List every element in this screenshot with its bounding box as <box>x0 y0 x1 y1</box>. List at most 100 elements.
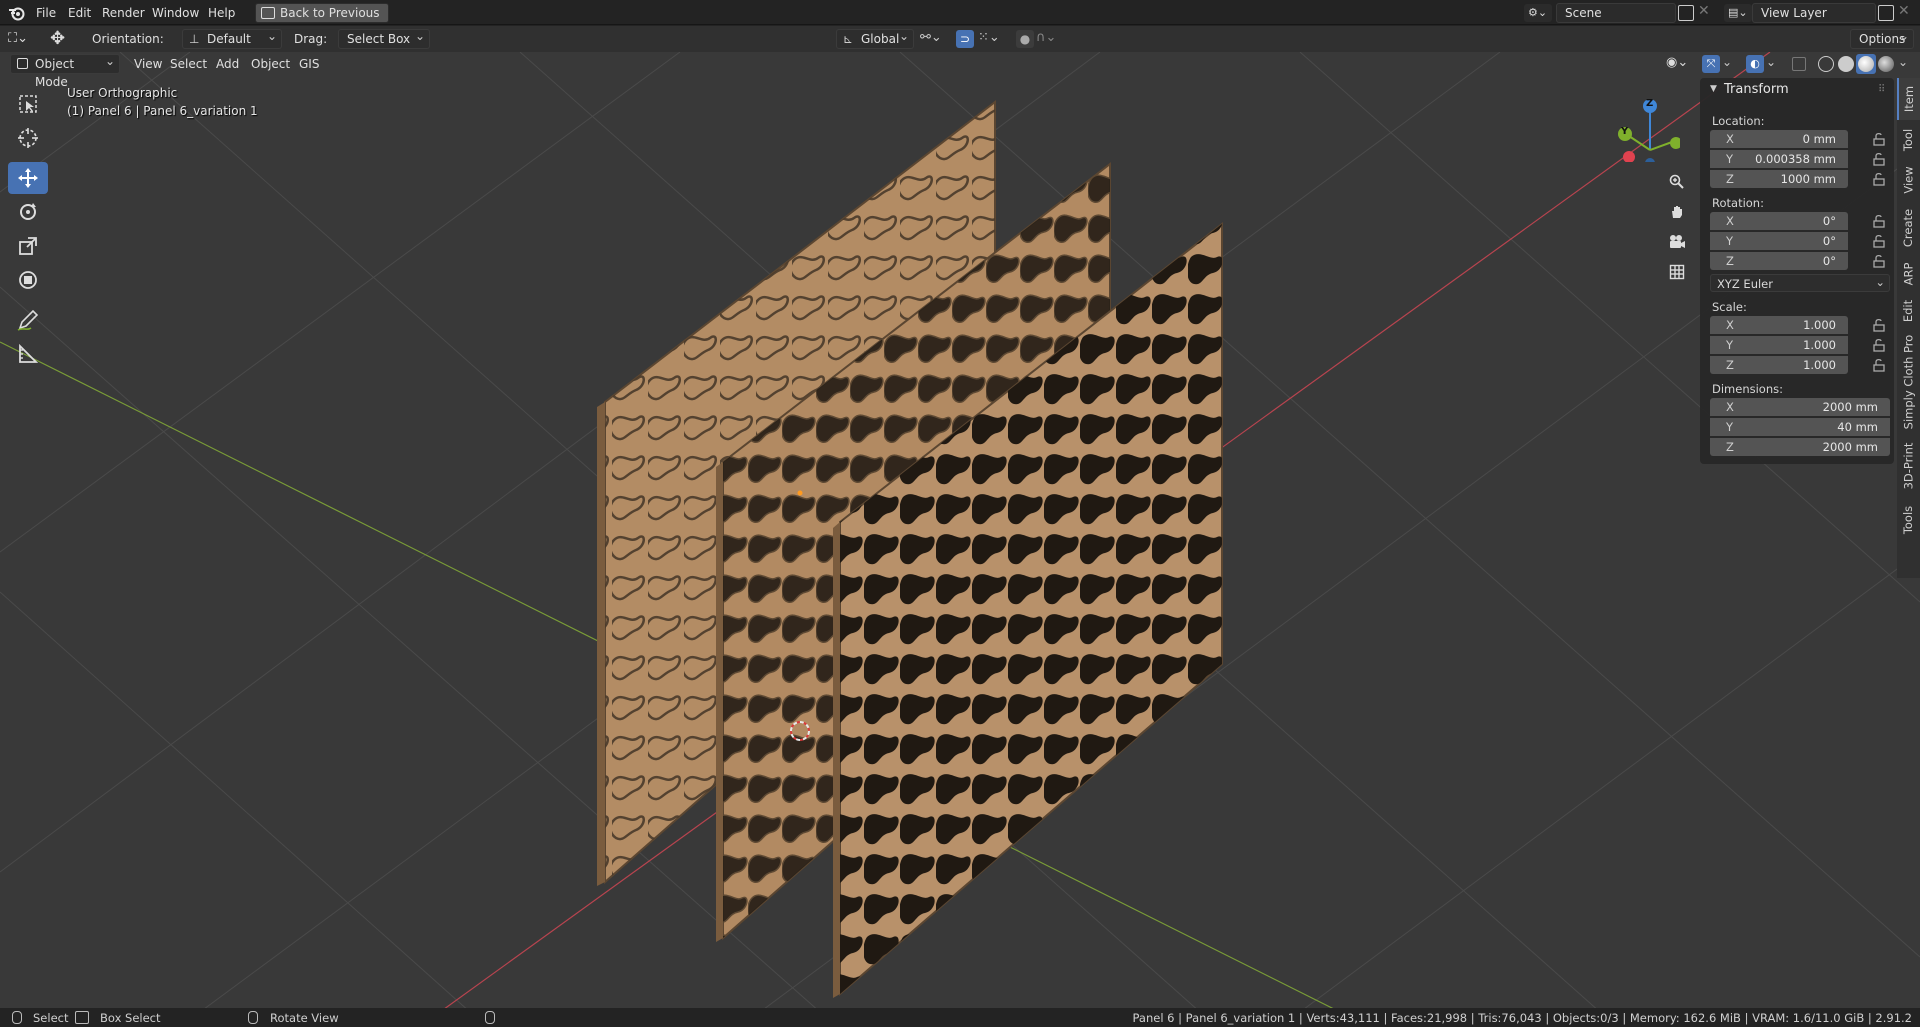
transform-orientation-dropdown[interactable]: ⊾ Global <box>836 27 914 49</box>
view-layer-field[interactable]: View Layer <box>1752 3 1876 23</box>
pivot-point-icon[interactable]: ⚯⌄ <box>920 30 942 45</box>
back-to-previous-button[interactable]: Back to Previous <box>255 3 389 23</box>
editor-type-icon[interactable]: ⛶⌄ <box>8 29 40 49</box>
snap-target-icon[interactable]: ⁙⌄ <box>978 30 1000 45</box>
lock-rotation-z-icon[interactable] <box>1872 254 1886 268</box>
tab-tools[interactable]: Tools <box>1897 498 1920 542</box>
move-tool-button-icon[interactable] <box>8 162 48 194</box>
camera-view-icon[interactable] <box>1665 230 1689 254</box>
remove-view-layer-icon[interactable]: ✕ <box>1898 3 1910 19</box>
menu-window[interactable]: Window <box>146 4 205 22</box>
lock-rotation-y-icon[interactable] <box>1872 234 1886 248</box>
location-z-value: 1000 mm <box>1780 172 1836 186</box>
rotation-z-value: 0° <box>1822 254 1836 268</box>
mode-dropdown[interactable]: Object Mode <box>10 52 120 89</box>
rotation-mode-dropdown[interactable]: XYZ Euler ⌄ <box>1710 274 1890 292</box>
menu-edit[interactable]: Edit <box>62 4 97 22</box>
location-z-field[interactable]: Z 1000 mm <box>1710 170 1848 188</box>
cursor-tool-icon[interactable] <box>8 122 48 154</box>
copy-scene-icon[interactable] <box>1678 5 1694 21</box>
lock-scale-y-icon[interactable] <box>1872 338 1886 352</box>
lock-location-z-icon[interactable] <box>1872 172 1886 186</box>
tab-item[interactable]: Item <box>1897 78 1920 120</box>
pan-hand-icon[interactable] <box>1665 200 1689 224</box>
lock-rotation-x-icon[interactable] <box>1872 214 1886 228</box>
scale-x-field[interactable]: X 1.000 <box>1710 316 1848 334</box>
viewport-menu-select[interactable]: Select <box>164 54 213 74</box>
menu-file[interactable]: File <box>30 4 62 22</box>
rotation-x-field[interactable]: X 0° <box>1710 212 1848 230</box>
overlays-menu-icon[interactable]: ⌄ <box>1766 55 1776 69</box>
gizmo-menu-icon[interactable]: ⌄ <box>1722 55 1732 69</box>
back-to-previous-label: Back to Previous <box>280 6 380 20</box>
shading-material-icon[interactable] <box>1856 54 1876 74</box>
rotation-z-field[interactable]: Z 0° <box>1710 252 1848 270</box>
remove-scene-icon[interactable]: ✕ <box>1698 3 1710 19</box>
viewport-menu-add[interactable]: Add <box>210 54 245 74</box>
scene-canvas[interactable] <box>0 52 1920 1012</box>
navigation-gizmo[interactable]: Z Y <box>1610 92 1682 168</box>
status-select: Select <box>33 1011 69 1025</box>
proportional-edit-icon[interactable]: ● <box>1016 30 1034 48</box>
lock-scale-x-icon[interactable] <box>1872 318 1886 332</box>
view-layer-selector-icon[interactable]: ▤⌄ <box>1724 4 1752 22</box>
scale-y-field[interactable]: Y 1.000 <box>1710 336 1848 354</box>
scale-z-field[interactable]: Z 1.000 <box>1710 356 1848 374</box>
lock-location-y-icon[interactable] <box>1872 152 1886 166</box>
tab-edit[interactable]: Edit <box>1897 294 1920 328</box>
orientation-dropdown[interactable]: ⊥ Default <box>182 27 282 49</box>
axis-label: X <box>1726 214 1734 228</box>
select-box-tool-icon[interactable] <box>8 88 48 120</box>
shading-rendered-icon[interactable] <box>1878 56 1894 72</box>
tab-arp[interactable]: ARP <box>1897 256 1920 292</box>
transform-panel-title[interactable]: Transform <box>1724 82 1789 97</box>
viewport-menu-object[interactable]: Object <box>245 54 296 74</box>
dimensions-y-field[interactable]: Y 40 mm <box>1710 418 1890 436</box>
panel-drag-handle-icon[interactable]: ⠿ <box>1878 84 1885 95</box>
tab-3d-print[interactable]: 3D-Print <box>1897 436 1920 496</box>
xray-toggle-icon[interactable] <box>1792 57 1806 71</box>
lock-scale-z-icon[interactable] <box>1872 358 1886 372</box>
rotation-y-field[interactable]: Y 0° <box>1710 232 1848 250</box>
dimensions-x-field[interactable]: X 2000 mm <box>1710 398 1890 416</box>
location-x-field[interactable]: X 0 mm <box>1710 130 1848 148</box>
falloff-icon[interactable]: ∩⌄ <box>1036 30 1056 45</box>
measure-tool-icon[interactable] <box>8 338 48 370</box>
tab-create[interactable]: Create <box>1897 202 1920 254</box>
scene-selector-icon[interactable]: ⚙⌄ <box>1524 4 1552 22</box>
tab-tool[interactable]: Tool <box>1897 122 1920 158</box>
viewport-menu-view[interactable]: View <box>128 54 168 74</box>
axis-label: X <box>1726 132 1734 146</box>
zoom-icon[interactable] <box>1665 170 1689 194</box>
tab-simply-cloth-pro[interactable]: Simply Cloth Pro <box>1897 330 1920 434</box>
lock-location-x-icon[interactable] <box>1872 132 1886 146</box>
scale-label: Scale: <box>1712 300 1747 314</box>
rotate-tool-icon[interactable] <box>8 196 48 228</box>
3d-viewport[interactable]: User Orthographic (1) Panel 6 | Panel 6_… <box>0 52 1920 1012</box>
shading-menu-icon[interactable]: ⌄ <box>1898 55 1908 69</box>
axis-label: Z <box>1726 358 1734 372</box>
viewport-header: Object Mode View Select Add Object GIS ◉… <box>0 52 1920 89</box>
dimensions-z-field[interactable]: Z 2000 mm <box>1710 438 1890 456</box>
overlays-toggle-icon[interactable]: ◐ <box>1746 55 1764 73</box>
copy-view-layer-icon[interactable] <box>1878 5 1894 21</box>
scale-tool-icon[interactable] <box>8 230 48 262</box>
annotate-tool-icon[interactable] <box>8 304 48 336</box>
snap-toggle-icon[interactable]: ⊃ <box>956 30 974 48</box>
menu-help[interactable]: Help <box>202 4 241 22</box>
shading-wireframe-icon[interactable] <box>1818 56 1834 72</box>
ortho-grid-icon[interactable] <box>1665 260 1689 284</box>
visibility-eye-icon[interactable]: ◉⌄ <box>1666 55 1688 70</box>
scene-name-field[interactable]: Scene <box>1556 3 1676 23</box>
tab-view[interactable]: View <box>1897 160 1920 200</box>
panel-collapse-icon[interactable]: ▼ <box>1710 84 1717 94</box>
transform-tool-icon[interactable] <box>8 264 48 296</box>
menu-render[interactable]: Render <box>96 4 151 22</box>
options-dropdown[interactable]: Options <box>1850 27 1914 49</box>
viewport-menu-gis[interactable]: GIS <box>293 54 325 74</box>
gizmo-toggle-icon[interactable]: ⤧ <box>1702 55 1720 73</box>
drag-dropdown[interactable]: Select Box <box>338 27 430 49</box>
shading-solid-icon[interactable] <box>1838 56 1854 72</box>
blender-logo-icon[interactable] <box>8 4 26 22</box>
location-y-field[interactable]: Y 0.000358 mm <box>1710 150 1848 168</box>
